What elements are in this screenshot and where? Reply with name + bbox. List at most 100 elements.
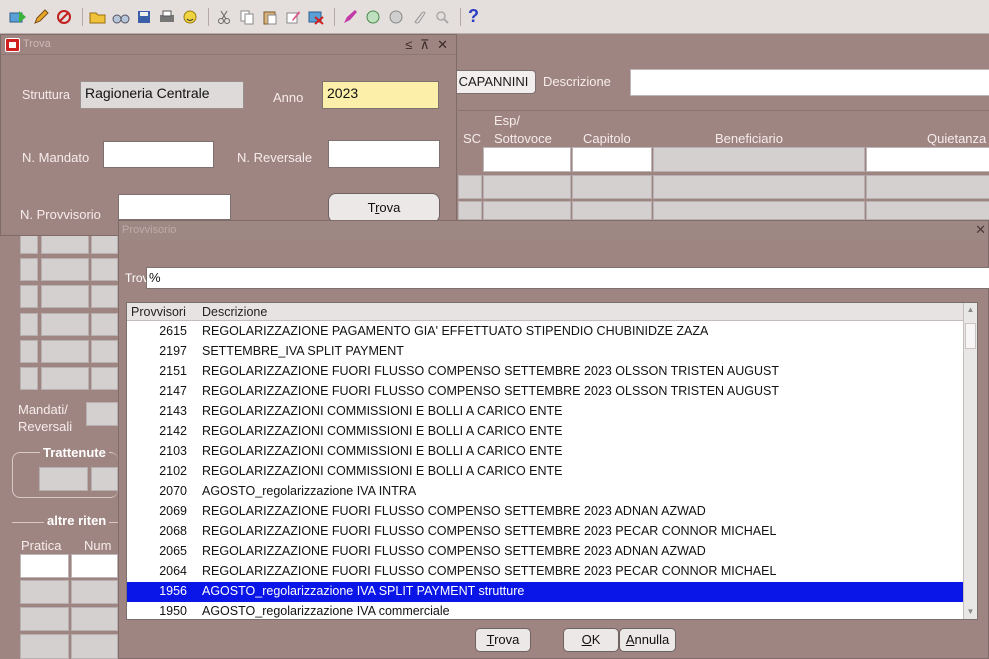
- scroll-down-icon[interactable]: ▼: [965, 607, 976, 617]
- num-cell[interactable]: [71, 607, 118, 631]
- left-grid-cell[interactable]: [41, 367, 89, 390]
- left-grid-checkbox[interactable]: [20, 313, 38, 336]
- left-grid-cell[interactable]: [41, 285, 89, 308]
- grid-cell[interactable]: [866, 147, 989, 172]
- n-mandato-field[interactable]: [103, 141, 214, 168]
- grid-cell[interactable]: [572, 147, 652, 172]
- list-item[interactable]: 2069 REGOLARIZZAZIONE FUORI FLUSSO COMPEN…: [127, 502, 977, 522]
- left-grid-checkbox[interactable]: [20, 340, 38, 363]
- trova-title-bar[interactable]: Trova ≤ ⊼ ✕: [1, 35, 456, 55]
- cut-icon[interactable]: [214, 8, 234, 26]
- n-mandato-label: N. Mandato: [22, 150, 90, 165]
- list-item[interactable]: 2143 REGOLARIZZAZIONI COMMISSIONI E BOLLI…: [127, 402, 977, 422]
- grid-cell[interactable]: [653, 201, 865, 220]
- annulla-button[interactable]: Annulla: [619, 628, 676, 652]
- grid-cell[interactable]: [483, 147, 571, 172]
- list-item[interactable]: 2615 REGOLARIZZAZIONE PAGAMENTO GIA' EFFE…: [127, 322, 977, 342]
- grid-cell[interactable]: [458, 201, 482, 220]
- col-provvisori-header[interactable]: Provvisori: [131, 305, 186, 319]
- left-grid-cell[interactable]: [41, 313, 89, 336]
- anno-field[interactable]: 2023: [322, 81, 439, 109]
- left-grid-cell[interactable]: [41, 340, 89, 363]
- attach-icon[interactable]: [409, 8, 429, 26]
- num-cell[interactable]: [71, 554, 118, 578]
- help-icon[interactable]: ?: [468, 6, 479, 27]
- pratica-cell[interactable]: [20, 607, 69, 631]
- mandati-field[interactable]: [86, 402, 118, 426]
- copy-icon[interactable]: [237, 8, 257, 26]
- zoom-icon[interactable]: [432, 8, 452, 26]
- grid-cell[interactable]: [866, 201, 989, 220]
- folder-open-icon[interactable]: [88, 8, 108, 26]
- window-controls-icon[interactable]: ≤ ⊼ ✕: [405, 37, 450, 53]
- new-record-icon[interactable]: [8, 8, 28, 26]
- trattenute-cell[interactable]: [91, 467, 118, 491]
- save-icon[interactable]: [134, 8, 154, 26]
- provvisorio-title-bar[interactable]: Provvisorio ✕: [119, 221, 988, 240]
- left-grid-checkbox[interactable]: [20, 285, 38, 308]
- print-icon[interactable]: [157, 8, 177, 26]
- list-item[interactable]: 2064 REGOLARIZZAZIONE FUORI FLUSSO COMPEN…: [127, 562, 977, 582]
- list-item[interactable]: 2070 AGOSTO_regolarizzazione IVA INTRA: [127, 482, 977, 502]
- list-item[interactable]: 1950 AGOSTO_regolarizzazione IVA commerci…: [127, 602, 977, 619]
- smiley-icon[interactable]: [180, 8, 200, 26]
- ok-button[interactable]: OK: [563, 628, 619, 652]
- list-item[interactable]: 2065 REGOLARIZZAZIONE FUORI FLUSSO COMPEN…: [127, 542, 977, 562]
- list-scrollbar[interactable]: ▲ ▼: [963, 303, 977, 619]
- descrizione-field[interactable]: [630, 69, 989, 96]
- grid-cell[interactable]: [458, 175, 482, 199]
- num-label: Num: [84, 538, 112, 553]
- edit-icon[interactable]: [283, 8, 303, 26]
- globe-icon[interactable]: [386, 8, 406, 26]
- grid-cell[interactable]: [653, 147, 865, 172]
- no-entry-icon[interactable]: [54, 8, 74, 26]
- list-item[interactable]: 2151 REGOLARIZZAZIONE FUORI FLUSSO COMPEN…: [127, 362, 977, 382]
- struttura-field[interactable]: Ragioneria Centrale: [80, 81, 244, 109]
- delete-record-icon[interactable]: [306, 8, 326, 26]
- close-icon[interactable]: ✕: [975, 222, 986, 238]
- pratica-cell[interactable]: [20, 580, 69, 604]
- list-item[interactable]: 2197 SETTEMBRE_IVA SPLIT PAYMENT: [127, 342, 977, 362]
- provvisorio-trova-input[interactable]: %: [146, 267, 989, 289]
- list-item[interactable]: 1956 AGOSTO_regolarizzazione IVA SPLIT PA…: [127, 582, 977, 602]
- scroll-thumb[interactable]: [965, 323, 976, 349]
- pratica-cell[interactable]: [20, 634, 69, 659]
- left-grid-checkbox[interactable]: [20, 367, 38, 390]
- grid-cell[interactable]: [483, 175, 571, 199]
- trattenute-cell[interactable]: [39, 467, 88, 491]
- left-grid-checkbox[interactable]: [20, 258, 38, 281]
- n-reversale-field[interactable]: [328, 140, 440, 168]
- left-grid-cell[interactable]: [91, 367, 118, 390]
- binoculars-icon[interactable]: [111, 8, 131, 26]
- grid-cell[interactable]: [866, 175, 989, 199]
- n-provvisorio-field[interactable]: [118, 194, 231, 220]
- left-grid-cell[interactable]: [91, 285, 118, 308]
- list-item[interactable]: 2103 REGOLARIZZAZIONI COMMISSIONI E BOLLI…: [127, 442, 977, 462]
- scroll-up-icon[interactable]: ▲: [965, 305, 976, 315]
- pratica-cell[interactable]: [20, 554, 69, 578]
- grid-cell[interactable]: [653, 175, 865, 199]
- list-item[interactable]: 2068 REGOLARIZZAZIONE FUORI FLUSSO COMPEN…: [127, 522, 977, 542]
- grid-cell[interactable]: [483, 201, 571, 220]
- provvisorio-trova-button[interactable]: Trova: [475, 628, 531, 652]
- num-cell[interactable]: [71, 634, 118, 659]
- pencil-icon[interactable]: [31, 8, 51, 26]
- list-item[interactable]: 2102 REGOLARIZZAZIONI COMMISSIONI E BOLLI…: [127, 462, 977, 482]
- left-grid-cell[interactable]: [91, 313, 118, 336]
- num-cell[interactable]: [71, 580, 118, 604]
- left-grid-cell[interactable]: [41, 258, 89, 281]
- col-descrizione-header[interactable]: Descrizione: [202, 305, 267, 319]
- provvisorio-description: REGOLARIZZAZIONE FUORI FLUSSO COMPENSO S…: [202, 384, 779, 398]
- cognome-field[interactable]: CAPANNINI: [451, 70, 536, 94]
- list-item[interactable]: 2147 REGOLARIZZAZIONE FUORI FLUSSO COMPEN…: [127, 382, 977, 402]
- paste-icon[interactable]: [260, 8, 280, 26]
- translate-icon[interactable]: [363, 8, 383, 26]
- grid-cell[interactable]: [572, 175, 652, 199]
- grid-cell[interactable]: [572, 201, 652, 220]
- clear-icon[interactable]: [340, 8, 360, 26]
- provvisori-list[interactable]: Provvisori Descrizione 2615 REGOLARIZZAZI…: [126, 302, 978, 620]
- left-grid-cell[interactable]: [91, 258, 118, 281]
- left-grid-cell[interactable]: [91, 340, 118, 363]
- list-item[interactable]: 2142 REGOLARIZZAZIONI COMMISSIONI E BOLLI…: [127, 422, 977, 442]
- trova-find-button[interactable]: Trova: [328, 193, 440, 223]
